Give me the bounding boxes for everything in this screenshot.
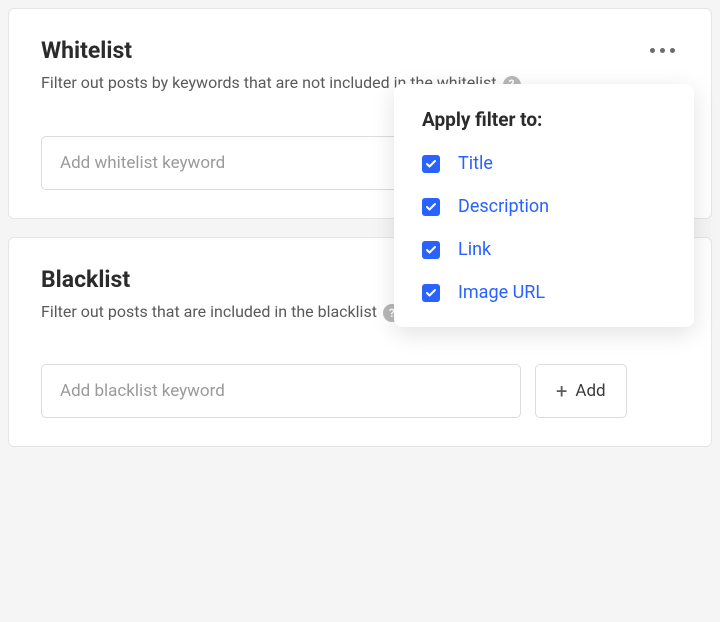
filter-option-label: Title xyxy=(458,153,493,174)
filter-option-link[interactable]: Link xyxy=(422,239,666,260)
whitelist-header: Whitelist xyxy=(41,37,679,64)
blacklist-input-row: + Add xyxy=(41,364,679,418)
checkbox-checked-icon xyxy=(422,241,440,259)
apply-filter-popover: Apply filter to: Title Description Link … xyxy=(394,84,694,327)
filter-option-label: Description xyxy=(458,196,549,217)
filter-option-label: Link xyxy=(458,239,491,260)
filter-option-description[interactable]: Description xyxy=(422,196,666,217)
popover-title: Apply filter to: xyxy=(422,108,666,131)
blacklist-keyword-input[interactable] xyxy=(41,364,521,418)
filter-option-title[interactable]: Title xyxy=(422,153,666,174)
whitelist-more-button[interactable] xyxy=(646,44,679,57)
dots-icon xyxy=(670,48,675,53)
checkbox-checked-icon xyxy=(422,155,440,173)
dots-icon xyxy=(660,48,665,53)
checkbox-checked-icon xyxy=(422,198,440,216)
add-button-label: Add xyxy=(575,381,605,401)
whitelist-title: Whitelist xyxy=(41,37,132,64)
plus-icon: + xyxy=(556,379,567,403)
filter-option-image-url[interactable]: Image URL xyxy=(422,282,666,303)
blacklist-title: Blacklist xyxy=(41,266,130,293)
blacklist-add-button[interactable]: + Add xyxy=(535,364,627,418)
dots-icon xyxy=(650,48,655,53)
blacklist-description: Filter out posts that are included in th… xyxy=(41,299,377,325)
filter-option-label: Image URL xyxy=(458,282,545,303)
checkbox-checked-icon xyxy=(422,284,440,302)
